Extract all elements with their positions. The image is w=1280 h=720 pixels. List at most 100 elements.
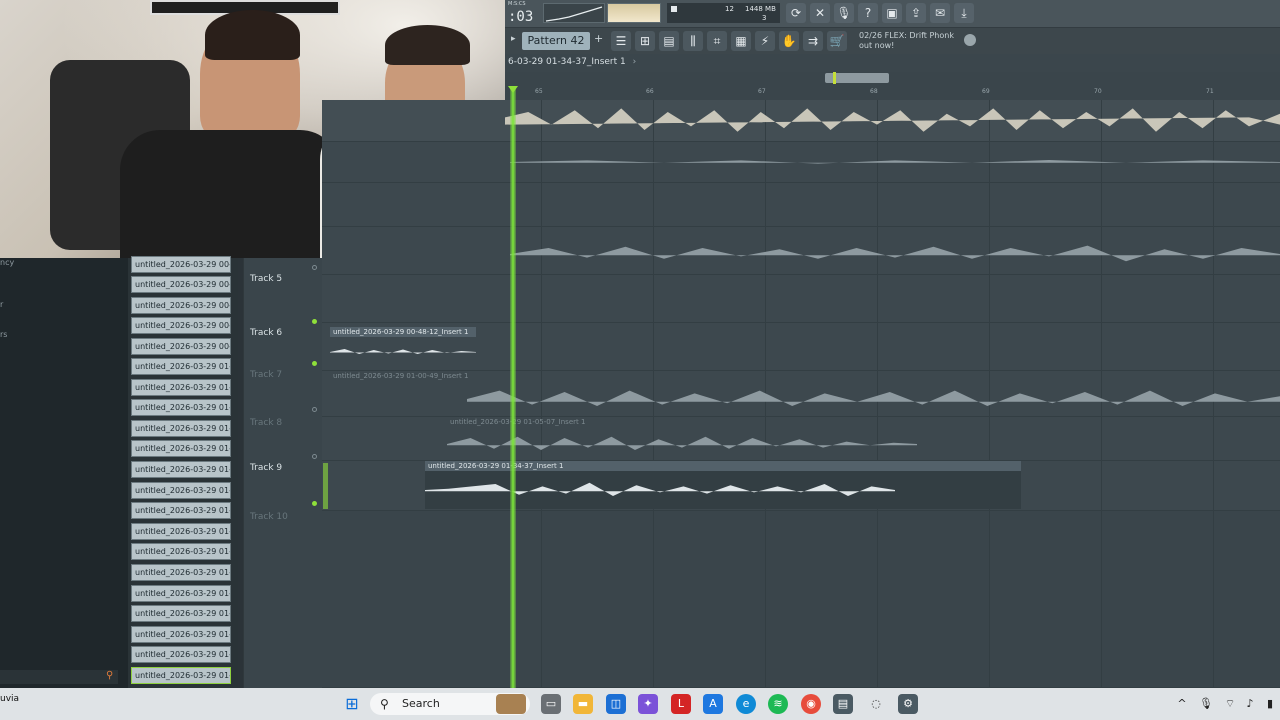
browser-file-item[interactable]: untitled_2026-03-29 01-...: [131, 358, 231, 375]
windows-start-icon[interactable]: ⊞: [342, 694, 362, 714]
track-headers: Track 5 Track 6 Track 7 Track 8 Track 9 …: [243, 258, 328, 688]
browser-file-item[interactable]: untitled_2026-03-29 00-...: [131, 317, 231, 334]
track-name[interactable]: Track 9: [250, 463, 282, 473]
speaker-icon[interactable]: ♪: [1240, 694, 1260, 714]
fl-studio-icon[interactable]: ▤: [833, 694, 853, 714]
browser-file-item[interactable]: untitled_2026-03-29 00-...: [131, 297, 231, 314]
browser-file-item[interactable]: untitled_2026-03-29 01-...: [131, 440, 231, 457]
cpu-value: 12: [725, 5, 734, 13]
system-app-icon[interactable]: ◌: [866, 694, 886, 714]
track-name[interactable]: Track 5: [250, 274, 282, 284]
microphone-icon[interactable]: 🎙: [1196, 694, 1216, 714]
cut-icon[interactable]: ✕: [810, 3, 830, 23]
track-selection-bar[interactable]: [323, 463, 328, 509]
browser-file-item[interactable]: untitled_2026-03-29 01-...: [131, 461, 231, 478]
ruler-label: 67: [758, 88, 766, 95]
loop-record-icon[interactable]: ⟳: [786, 3, 806, 23]
playhead-marker-icon[interactable]: [508, 86, 518, 93]
browser-file-item[interactable]: untitled_2026-03-29 01-...: [131, 420, 231, 437]
plugin-database-icon[interactable]: ⌗: [707, 31, 727, 51]
browser-icon[interactable]: ▦: [731, 31, 751, 51]
browser-file-item[interactable]: untitled_2026-03-29 00-...: [131, 276, 231, 293]
person-left-shirt: [120, 130, 340, 258]
edge-icon[interactable]: e: [736, 694, 756, 714]
clip-track7[interactable]: untitled_2026-03-29 01-00-49_Insert 1: [330, 371, 1280, 381]
track-mute-led[interactable]: [312, 319, 317, 324]
channel-rack-icon[interactable]: ▤: [659, 31, 679, 51]
person-left-hair: [205, 10, 300, 60]
chat-icon[interactable]: ✉: [930, 3, 950, 23]
browser-file-item[interactable]: untitled_2026-03-29 01-...: [131, 482, 231, 499]
browser-file-item[interactable]: untitled_2026-03-29 01-...: [131, 564, 231, 581]
chevron-right-icon: ›: [632, 57, 637, 67]
play-arrow-icon[interactable]: ▸: [511, 34, 516, 44]
pattern-selector[interactable]: Pattern 42: [522, 32, 590, 50]
battery-icon[interactable]: ▮: [1260, 694, 1280, 714]
app-a-icon[interactable]: A: [703, 694, 723, 714]
panel-label: r: [0, 300, 4, 309]
browser-file-item[interactable]: untitled_2026-03-29 01-...: [131, 585, 231, 602]
browser-file-item[interactable]: untitled_2026-03-29 01-...: [131, 605, 231, 622]
track-mute-led[interactable]: [312, 265, 317, 270]
wifi-icon[interactable]: ⌔: [1220, 694, 1240, 714]
track-mute-led[interactable]: [312, 407, 317, 412]
task-view-icon[interactable]: ▭: [541, 694, 561, 714]
track-mute-led[interactable]: [312, 361, 317, 366]
microphone-icon[interactable]: 🎙: [834, 3, 854, 23]
track-name[interactable]: Track 6: [250, 328, 282, 338]
browser-file-item[interactable]: untitled_2026-03-29 00-...: [131, 338, 231, 355]
track-name[interactable]: Track 8: [250, 418, 282, 428]
clip-track6[interactable]: untitled_2026-03-29 00-48-12_Insert 1: [330, 327, 476, 337]
tempo-tapper-icon[interactable]: ⇉: [803, 31, 823, 51]
copilot-icon[interactable]: ✦: [638, 694, 658, 714]
export-icon[interactable]: ⇪: [906, 3, 926, 23]
plugin-picker-icon[interactable]: ⚡: [755, 31, 775, 51]
track-name[interactable]: Track 7: [250, 370, 282, 380]
search-highlight-icon: [496, 694, 526, 714]
track-mute-led[interactable]: [312, 454, 317, 459]
clip-track8[interactable]: untitled_2026-03-29 01-05-07_Insert 1: [447, 417, 917, 427]
settings-icon[interactable]: ⚙: [898, 694, 918, 714]
download-icon[interactable]: ⤓: [954, 3, 974, 23]
save-icon[interactable]: ▣: [882, 3, 902, 23]
spotify-icon[interactable]: ≋: [768, 694, 788, 714]
ruler-label: 65: [535, 88, 543, 95]
resource-monitor: 12 1448 MB 3: [667, 3, 780, 23]
add-pattern-icon[interactable]: +: [594, 32, 603, 45]
browser-search-input[interactable]: [0, 670, 118, 684]
browser-file-item[interactable]: untitled_2026-03-29 01-...: [131, 502, 231, 519]
browser-file-item[interactable]: untitled_2026-03-29 01-...: [131, 646, 231, 663]
browser-file-item[interactable]: untitled_2026-03-29 01-...: [131, 543, 231, 560]
song-position-marker: [833, 72, 836, 84]
track-mute-led[interactable]: [312, 501, 317, 506]
touch-controller-icon[interactable]: ✋: [779, 31, 799, 51]
browser-file-item[interactable]: untitled_2026-03-29 00-...: [131, 256, 231, 273]
timeline-ruler[interactable]: 65 66 67 68 69 70 71: [505, 72, 1280, 100]
browser-file-item[interactable]: untitled_2026-03-29 01-...: [131, 667, 231, 684]
memory-value: 1448 MB: [745, 5, 776, 13]
search-icon[interactable]: ⚲: [106, 670, 113, 681]
chrome-icon[interactable]: ◉: [801, 694, 821, 714]
panel-label: ncy: [0, 258, 15, 267]
browser-file-item[interactable]: untitled_2026-03-29 01-...: [131, 626, 231, 643]
news-panel[interactable]: 02/26 FLEX: Drift Phonk out now!: [859, 31, 954, 51]
app-l-icon[interactable]: L: [671, 694, 691, 714]
playlist-grid[interactable]: untitled_2026-03-29 00-48-12_Insert 1 un…: [322, 100, 1280, 688]
file-explorer-icon[interactable]: ▬: [573, 694, 593, 714]
playhead[interactable]: [510, 86, 516, 688]
browser-file-item[interactable]: untitled_2026-03-29 01-...: [131, 523, 231, 540]
store-icon[interactable]: 🛒: [827, 31, 847, 51]
browser-file-item[interactable]: untitled_2026-03-29 01-...: [131, 379, 231, 396]
weather-text: uvia: [0, 694, 20, 704]
track-name[interactable]: Track 10: [250, 512, 288, 522]
playlist-icon[interactable]: ☰: [611, 31, 631, 51]
piano-roll-icon[interactable]: ⊞: [635, 31, 655, 51]
store-icon[interactable]: ◫: [606, 694, 626, 714]
master-volume-meter: [607, 3, 661, 23]
mixer-icon[interactable]: ⫼: [683, 31, 703, 51]
ruler-label: 68: [870, 88, 878, 95]
main-toolbar: M:S:CS :03 12 1448 MB 3 ⟳ ✕ 🎙 ? ▣ ⇪ ✉ ⤓: [505, 0, 1280, 28]
chevron-up-icon[interactable]: ^: [1172, 694, 1192, 714]
help-icon[interactable]: ?: [858, 3, 878, 23]
browser-file-item[interactable]: untitled_2026-03-29 01-...: [131, 399, 231, 416]
